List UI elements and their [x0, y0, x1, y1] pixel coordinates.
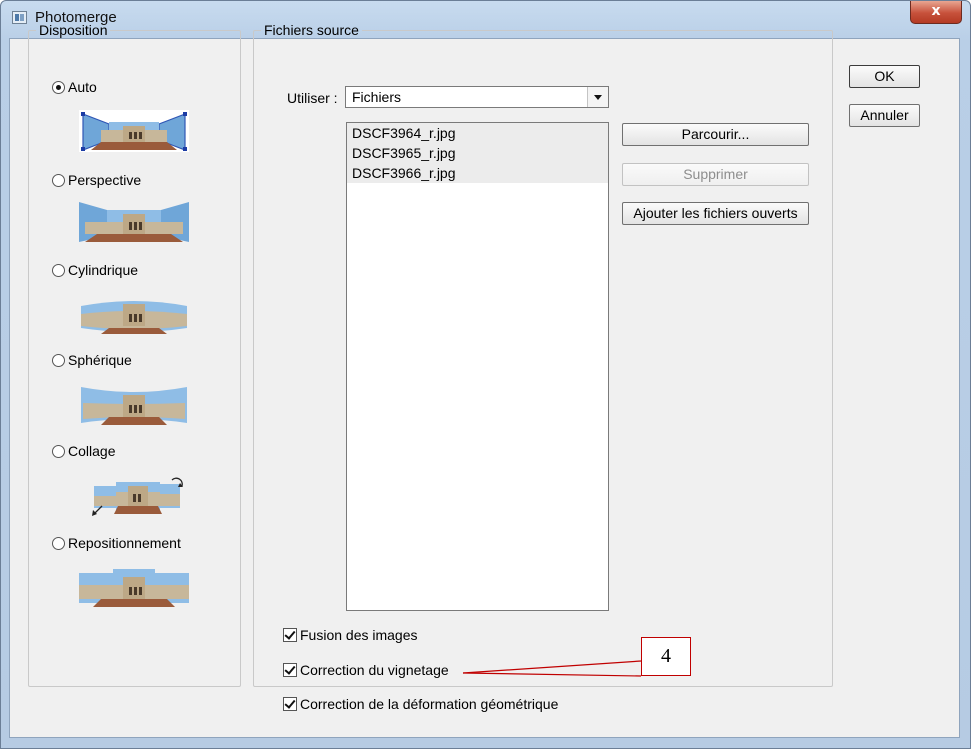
annotation-callout: 4: [641, 637, 691, 676]
callout-pointer-lines: [462, 660, 642, 677]
